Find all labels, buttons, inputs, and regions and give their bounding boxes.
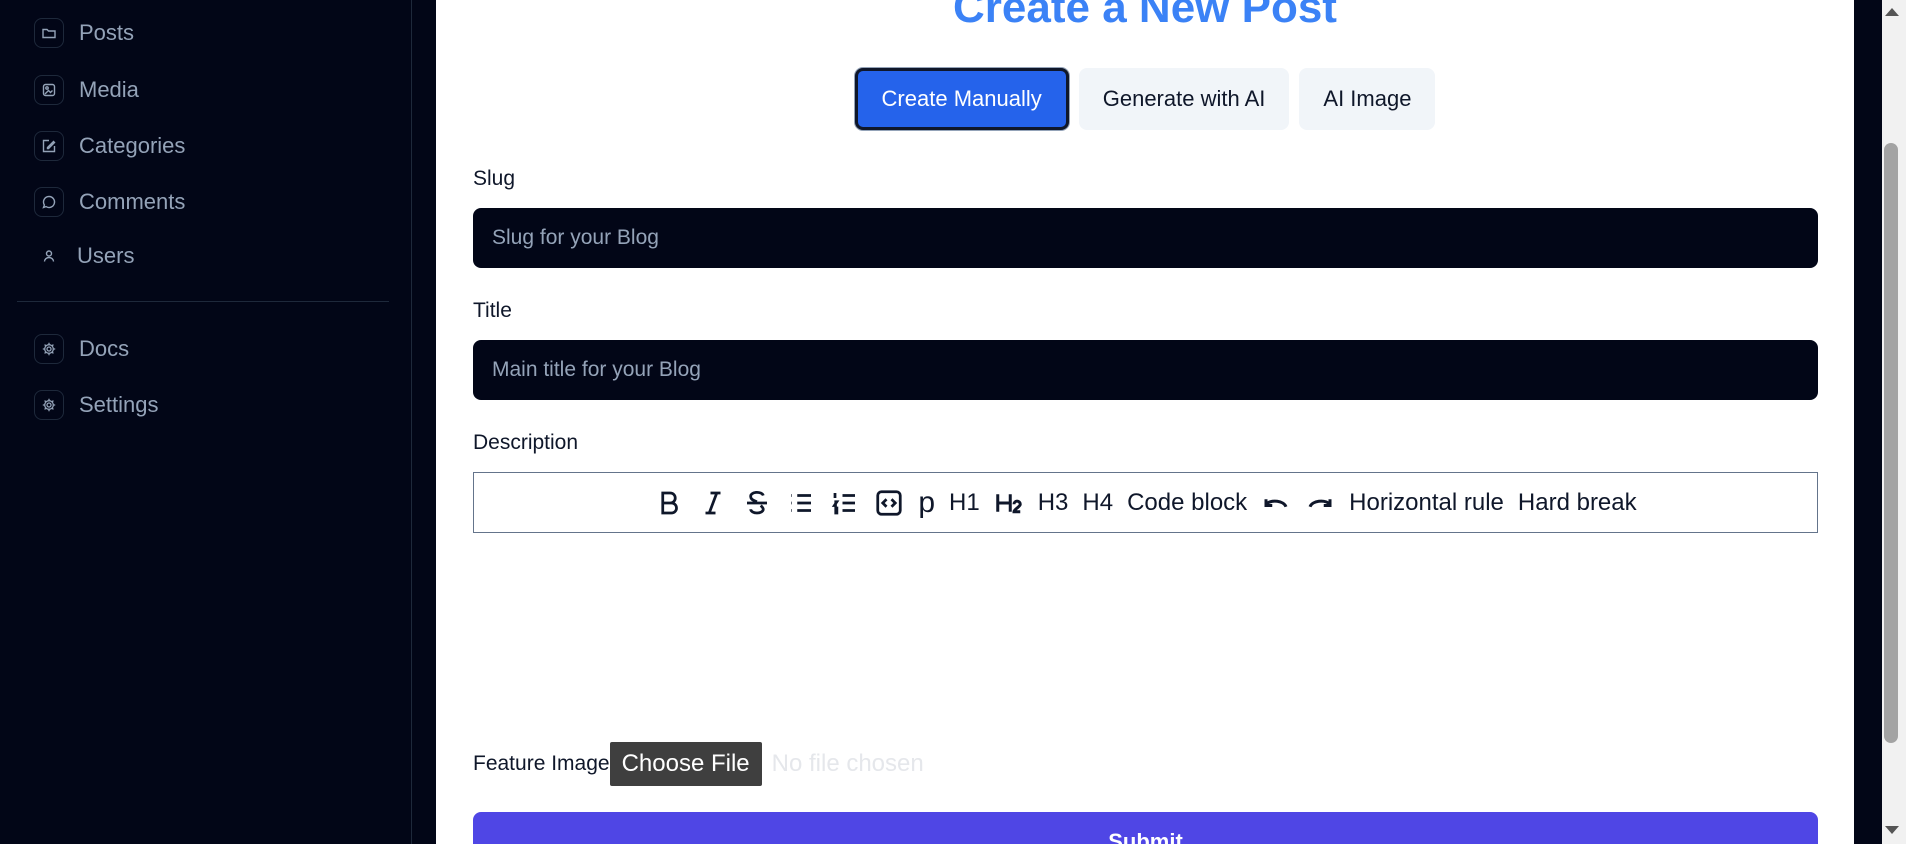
title-input[interactable]: [473, 340, 1818, 400]
user-icon: [34, 241, 64, 271]
italic-icon[interactable]: [698, 483, 728, 523]
horizontal-rule-button[interactable]: Horizontal rule: [1349, 483, 1504, 523]
feature-image-label: Feature Image: [473, 752, 610, 775]
sidebar-item-comments[interactable]: Comments: [34, 182, 185, 222]
slug-label: Slug: [473, 167, 516, 190]
scroll-up-icon[interactable]: [1885, 8, 1899, 16]
heading-4-button[interactable]: H4: [1082, 483, 1113, 523]
submit-button[interactable]: Submit: [473, 812, 1818, 844]
sidebar-item-docs[interactable]: Docs: [34, 329, 129, 369]
bullet-list-icon[interactable]: [786, 483, 816, 523]
right-gutter: [1854, 0, 1882, 844]
title-label: Title: [473, 299, 512, 322]
page-title: Create a New Post: [953, 0, 1337, 32]
description-editor[interactable]: [473, 533, 1818, 733]
code-block-button[interactable]: Code block: [1127, 483, 1247, 523]
scroll-down-icon[interactable]: [1885, 826, 1899, 834]
sidebar-item-settings[interactable]: Settings: [34, 385, 159, 425]
sidebar-item-label: Posts: [79, 20, 135, 45]
ordered-list-icon[interactable]: [830, 483, 860, 523]
sidebar-item-label: Docs: [79, 336, 130, 361]
file-status: No file chosen: [771, 750, 924, 777]
description-label: Description: [473, 431, 579, 454]
hard-break-button[interactable]: Hard break: [1518, 483, 1637, 523]
tab-generate-with-ai[interactable]: Generate with AI: [1078, 68, 1290, 130]
mode-tabs: Create Manually Generate with AI AI Imag…: [436, 68, 1854, 130]
sidebar-item-media[interactable]: Media: [34, 70, 139, 110]
scrollbar-thumb[interactable]: [1884, 143, 1898, 743]
sidebar-item-users[interactable]: Users: [34, 236, 134, 276]
heading-1-button[interactable]: H1: [949, 483, 980, 523]
sidebar-item-label: Comments: [79, 189, 186, 214]
sidebar: Posts Media Categories Comments Users Do…: [0, 0, 412, 844]
redo-icon[interactable]: [1305, 483, 1335, 523]
sidebar-item-categories[interactable]: Categories: [34, 126, 185, 166]
folder-icon: [34, 18, 64, 48]
heading-2-icon[interactable]: [994, 483, 1024, 523]
sidebar-item-label: Media: [79, 77, 139, 102]
heading-3-button[interactable]: H3: [1038, 483, 1069, 523]
comment-icon: [34, 187, 64, 217]
gear-icon: [34, 390, 64, 420]
edit-icon: [34, 131, 64, 161]
sidebar-item-label: Categories: [79, 133, 186, 158]
tab-ai-image[interactable]: AI Image: [1299, 68, 1436, 130]
paragraph-button[interactable]: p: [918, 483, 935, 523]
bold-icon[interactable]: [654, 483, 684, 523]
gear-icon: [34, 334, 64, 364]
media-icon: [34, 75, 64, 105]
slug-input[interactable]: [473, 208, 1818, 268]
strikethrough-icon[interactable]: [742, 483, 772, 523]
code-icon[interactable]: [874, 483, 904, 523]
sidebar-divider: [17, 301, 389, 302]
choose-file-button[interactable]: Choose File: [609, 742, 762, 786]
sidebar-item-label: Settings: [79, 392, 159, 417]
sidebar-item-label: Users: [77, 243, 135, 268]
undo-icon[interactable]: [1261, 483, 1291, 523]
main-panel: Create a New Post Create Manually Genera…: [436, 0, 1854, 844]
sidebar-item-posts[interactable]: Posts: [34, 13, 134, 53]
feature-image-row: Feature Image Choose File No file chosen: [473, 742, 924, 786]
editor-toolbar: p H1 H3 H4 Code block Horizontal rule Ha…: [473, 472, 1818, 533]
tab-create-manually[interactable]: Create Manually: [854, 68, 1069, 130]
